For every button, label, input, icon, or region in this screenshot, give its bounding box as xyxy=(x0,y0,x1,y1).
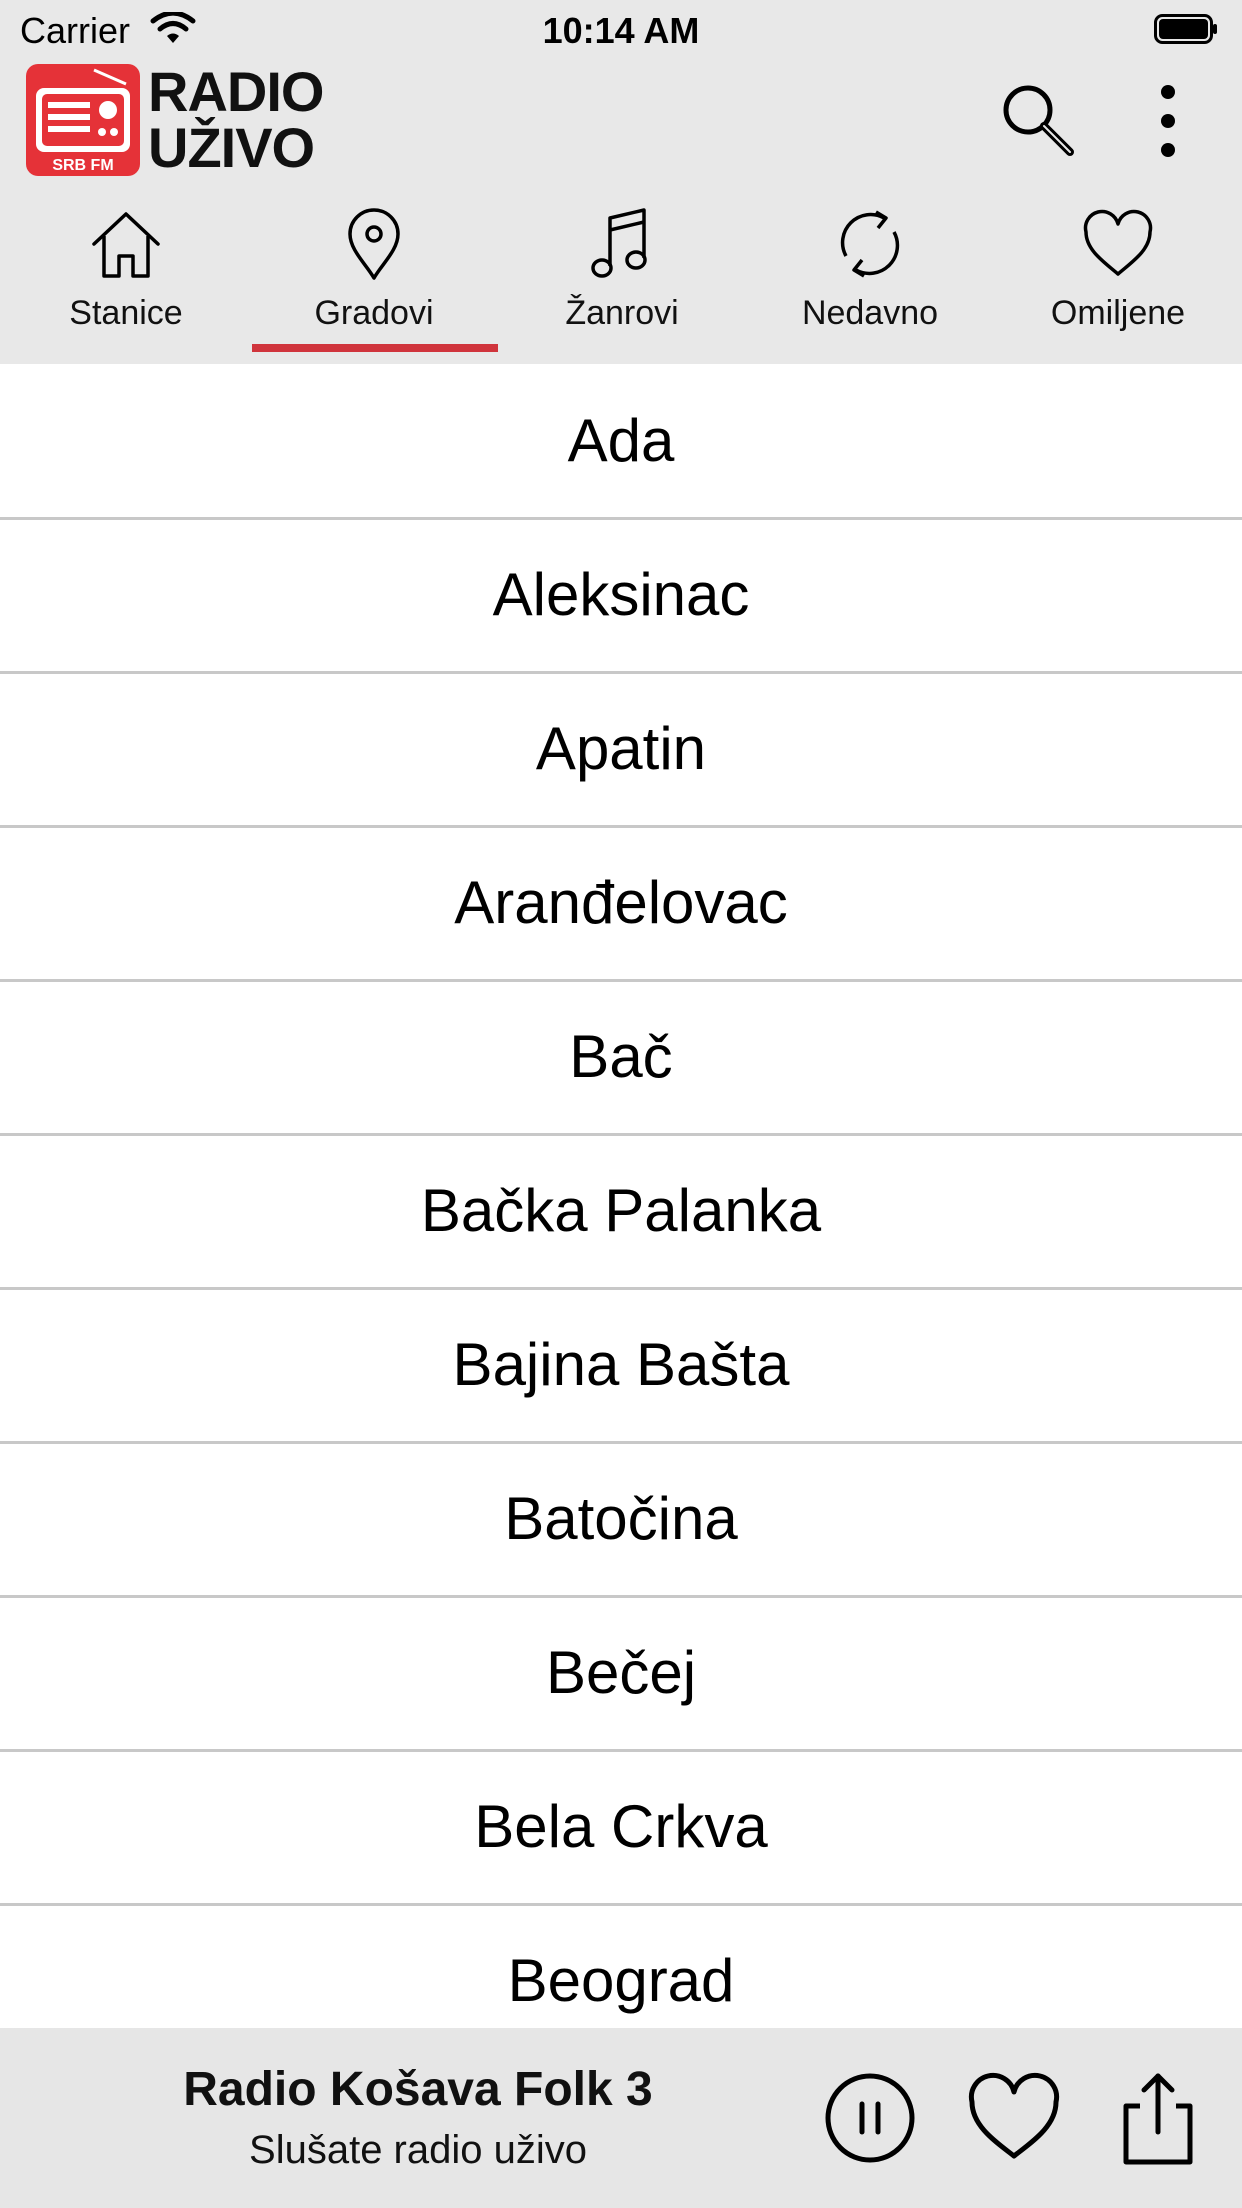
location-pin-icon xyxy=(348,208,400,280)
list-item[interactable]: Bečej xyxy=(0,1596,1242,1752)
city-name: Ada xyxy=(567,407,675,474)
refresh-icon xyxy=(840,210,900,278)
city-name: Bečej xyxy=(545,1639,697,1706)
tab-label: Stanice xyxy=(69,294,183,332)
list-item[interactable]: Apatin xyxy=(0,672,1242,828)
tab-zanrovi[interactable]: Žanrovi xyxy=(498,196,746,364)
city-name: Batočina xyxy=(504,1485,738,1552)
status-bar: Carrier 10:14 AM xyxy=(0,0,1242,62)
tab-label: Gradovi xyxy=(314,294,434,332)
list-item[interactable]: Beograd xyxy=(0,1904,1242,2028)
app-brand: RADIO UŽIVO xyxy=(148,60,324,179)
list-item[interactable]: Ada xyxy=(0,364,1242,520)
tab-omiljene[interactable]: Omiljene xyxy=(994,196,1242,364)
battery-icon xyxy=(1154,14,1217,44)
clock: 10:14 AM xyxy=(542,10,700,51)
tab-label: Žanrovi xyxy=(565,294,679,332)
tab-nedavno[interactable]: Nedavno xyxy=(746,196,994,364)
list-item[interactable]: Aranđelovac xyxy=(0,826,1242,982)
search-icon[interactable] xyxy=(996,78,1082,164)
brand-line2: UŽIVO xyxy=(148,116,315,179)
selected-tab-indicator xyxy=(252,344,498,352)
brand-line1: RADIO xyxy=(148,60,324,123)
top-bar: Carrier 10:14 AM SRB FM RADIO UŽIVO Stan… xyxy=(0,0,1242,364)
list-item[interactable]: Batočina xyxy=(0,1442,1242,1598)
city-name: Bačka Palanka xyxy=(420,1177,822,1244)
list-item[interactable]: Bajina Bašta xyxy=(0,1288,1242,1444)
city-name: Bač xyxy=(569,1023,673,1090)
mini-player[interactable]: Radio Košava Folk 3 Slušate radio uživo xyxy=(0,2028,1242,2208)
city-name: Aranđelovac xyxy=(454,869,788,936)
now-playing-subtitle: Slušate radio uživo xyxy=(249,2128,587,2172)
logo-text: SRB FM xyxy=(52,157,113,174)
more-options-icon[interactable] xyxy=(1148,78,1188,164)
city-name: Beograd xyxy=(507,1947,735,2014)
share-icon[interactable] xyxy=(1110,2070,1206,2166)
list-item[interactable]: Bač xyxy=(0,980,1242,1136)
favorite-heart-icon[interactable] xyxy=(966,2070,1062,2166)
list-item[interactable]: Bela Crkva xyxy=(0,1750,1242,1906)
list-item[interactable]: Bačka Palanka xyxy=(0,1134,1242,1290)
city-name: Bela Crkva xyxy=(474,1793,768,1860)
city-name: Aleksinac xyxy=(492,561,750,628)
tab-gradovi[interactable]: Gradovi xyxy=(250,196,498,364)
tab-label: Omiljene xyxy=(1050,294,1186,332)
home-icon xyxy=(92,212,160,278)
pause-icon[interactable] xyxy=(822,2070,918,2166)
list-item[interactable]: Aleksinac xyxy=(0,518,1242,674)
app-logo: SRB FM xyxy=(26,64,140,176)
city-name: Bajina Bašta xyxy=(452,1331,790,1398)
heart-icon xyxy=(1083,209,1153,276)
category-tabs: Stanice Gradovi Žanrovi Nedavno Omiljene xyxy=(0,196,1242,364)
now-playing-station: Radio Košava Folk 3 xyxy=(183,2063,653,2116)
music-note-icon xyxy=(591,208,647,278)
city-name: Apatin xyxy=(535,715,707,782)
tab-label: Nedavno xyxy=(801,294,939,332)
tab-stanice[interactable]: Stanice xyxy=(2,196,250,364)
city-list: Ada Aleksinac Apatin Aranđelovac Bač Bač… xyxy=(0,364,1242,2028)
